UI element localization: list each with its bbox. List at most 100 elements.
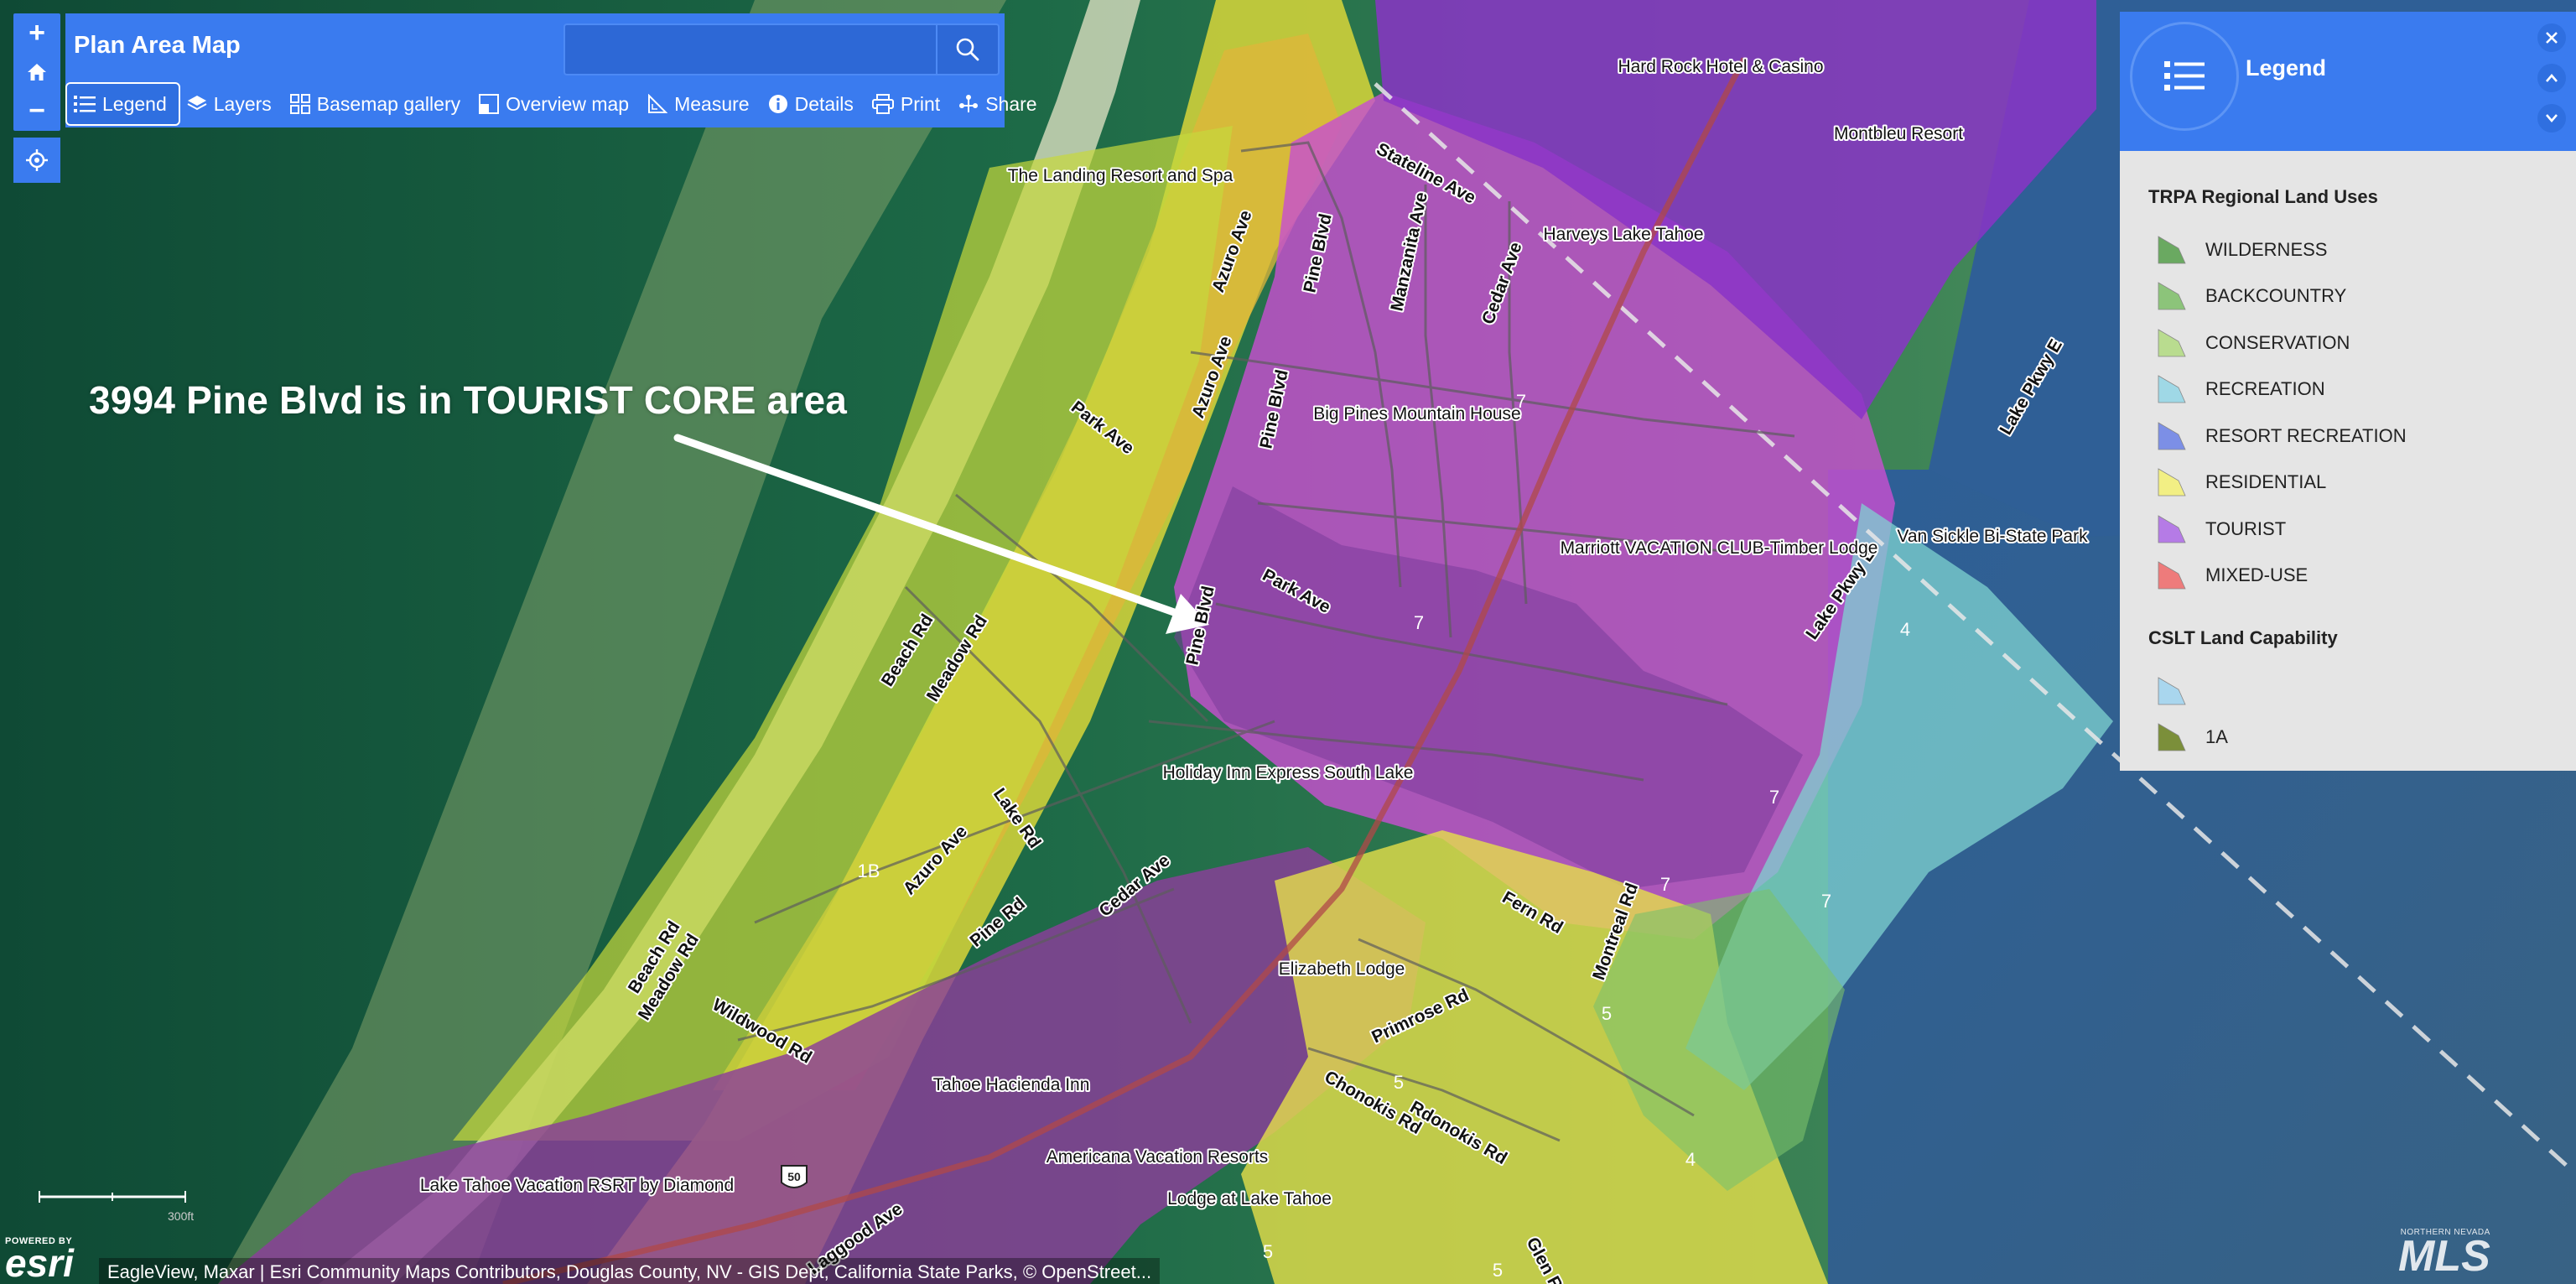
legend-item-label: 1A [2205,726,2228,748]
search-button[interactable] [936,25,998,74]
legend-item: MIXED-USE [2148,553,2576,600]
layers-icon [187,96,207,111]
place-label: Marriott VACATION CLUB-Timber Lodge [1561,538,1878,558]
legend-title: Legend [2246,55,2327,81]
legend-body[interactable]: TRPA Regional Land Uses WILDERNESS BACKCO… [2120,151,2576,771]
place-label: Holiday Inn Express South Lake [1163,763,1414,782]
capability-label: 4 [1900,619,1910,640]
zoom-controls: + − [13,13,60,131]
legend-collapse-button[interactable] [2537,64,2566,92]
measure-tool-label: Measure [674,92,750,115]
search-icon [956,38,979,61]
place-label: Harveys Lake Tahoe [1543,225,1703,244]
legend-tool-button[interactable]: Legend [65,82,180,126]
legend-tool-label: Legend [102,92,167,115]
place-label: Lake Tahoe Vacation RSRT by Diamond [420,1176,734,1195]
legend-item: WILDERNESS [2148,226,2576,273]
place-label: Lodge at Lake Tahoe [1167,1189,1332,1209]
legend-header: Legend [2120,12,2576,151]
scale-bar [39,1191,186,1203]
legend-swatch [2158,677,2186,705]
legend-swatch [2158,236,2186,264]
list-icon [74,96,96,112]
basemap-gallery-tool-label: Basemap gallery [316,92,461,115]
highway-shield-number: 50 [787,1170,801,1183]
details-tool-label: Details [794,92,854,115]
capability-label: 7 [1660,874,1670,895]
locate-icon [26,149,48,171]
legend-swatch [2158,375,2186,403]
zoom-out-button[interactable]: − [13,91,60,131]
zoom-in-button[interactable]: + [13,13,60,53]
printer-icon [871,94,894,114]
place-label: Americana Vacation Resorts [1046,1147,1269,1167]
legend-swatch [2158,723,2186,751]
capability-label: 7 [1414,612,1424,633]
place-label: The Landing Resort and Spa [1008,166,1233,185]
place-label: Elizabeth Lodge [1279,959,1405,979]
legend-item: 1A [2148,715,2576,762]
legend-panel: Legend TRPA Regional Land Uses WILDERNES… [2120,12,2576,771]
capability-label: 5 [1263,1241,1273,1262]
ruler-icon [648,94,668,113]
place-label: Tahoe Hacienda Inn [933,1075,1090,1094]
legend-item: RECREATION [2148,366,2576,413]
layers-tool-button[interactable]: Layers [180,82,283,126]
chevron-down-icon [2546,114,2558,122]
capability-label: 7 [1821,891,1831,912]
print-tool-label: Print [900,92,941,115]
place-label: Big Pines Mountain House [1313,404,1520,424]
legend-item-label: RESORT RECREATION [2205,424,2407,446]
share-tool-button[interactable]: Share [952,82,1048,126]
legend-item: TOURIST [2148,506,2576,553]
print-tool-button[interactable]: Print [865,82,952,126]
place-label: Hard Rock Hotel & Casino [1618,57,1823,76]
measure-tool-button[interactable]: Measure [641,82,761,126]
chevron-up-icon [2546,74,2558,82]
share-icon [959,95,979,112]
grid-icon [289,94,310,114]
locate-button[interactable] [13,138,60,183]
details-tool-button[interactable]: Details [761,82,865,126]
esri-wordmark: esri [5,1241,74,1284]
close-icon [2546,32,2558,44]
property-annotation: 3994 Pine Blvd is in TOURIST CORE area [89,378,848,422]
info-icon [768,95,787,113]
overview-map-tool-button[interactable]: Overview map [472,82,641,126]
list-icon [2164,61,2205,91]
legend-group-title: CSLT Land Capability [2148,627,2338,648]
legend-item: CONSERVATION [2148,320,2576,366]
capability-label: 1B [858,860,880,881]
map-attribution[interactable]: EagleView, Maxar | Esri Community Maps C… [99,1258,1161,1284]
capability-label: 4 [1685,1149,1696,1170]
legend-item-label: RESIDENTIAL [2205,471,2327,493]
capability-label: 5 [1493,1260,1503,1281]
search-box [564,23,1000,75]
highway-shield: 50 [781,1165,808,1188]
app-title: Plan Area Map [74,32,241,59]
legend-swatch [2158,329,2186,357]
legend-swatch [2158,515,2186,543]
legend-group-title: TRPA Regional Land Uses [2148,186,2378,207]
overview-map-tool-label: Overview map [506,92,630,115]
place-label: Montbleu Resort [1834,124,1963,143]
capability-label: 7 [1516,391,1526,412]
basemap-gallery-tool-button[interactable]: Basemap gallery [283,82,472,126]
legend-item-label: BACKCOUNTRY [2205,285,2347,307]
esri-logo[interactable]: POWERED BY esri [5,1236,74,1284]
place-label: Van Sickle Bi-State Park [1897,527,2088,546]
capability-label: 7 [1769,787,1779,808]
mls-watermark: NORTHERN NEVADA MLS [2398,1228,2490,1278]
legend-item [2148,668,2576,715]
legend-close-button[interactable] [2537,23,2566,52]
legend-header-icon [2130,22,2239,131]
home-button[interactable] [13,53,60,92]
legend-item: RESIDENTIAL [2148,460,2576,507]
search-input[interactable] [565,25,937,74]
legend-swatch [2158,468,2186,496]
home-icon [28,64,46,81]
legend-expand-button[interactable] [2537,104,2566,133]
capability-label: 5 [1394,1072,1404,1093]
legend-swatch [2158,422,2186,450]
legend-item-label: CONSERVATION [2205,331,2350,353]
